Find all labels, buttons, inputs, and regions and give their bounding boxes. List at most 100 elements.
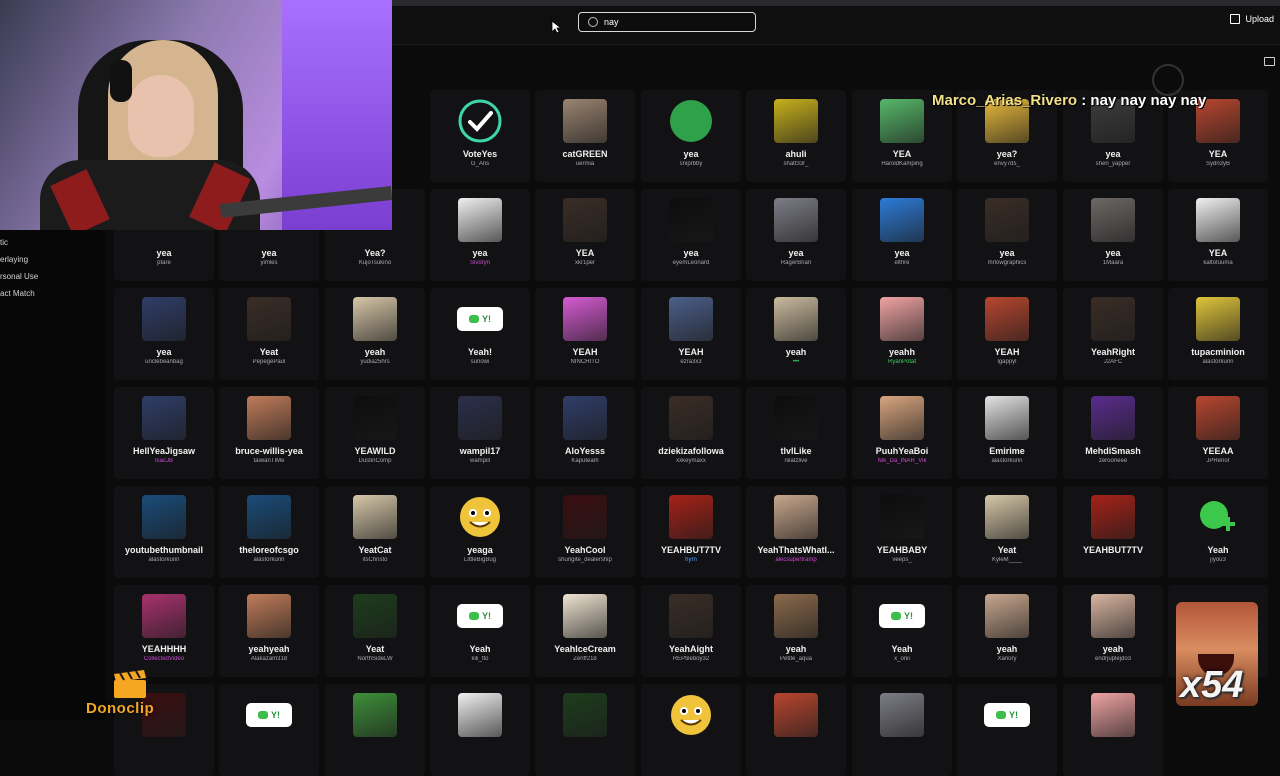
emote-name: YEAWILD <box>354 446 396 456</box>
emote-tile[interactable]: yeah endrjuplejdo3 <box>1063 585 1163 677</box>
emote-tile[interactable]: Yeat PepegePaul <box>219 288 319 380</box>
emote-name: YEA <box>892 149 912 159</box>
emote-name: YEEAA <box>1202 446 1234 456</box>
emote-name: yeah <box>364 347 386 357</box>
emote-name: YeahCool <box>564 545 606 555</box>
emote-tile[interactable]: YeatCat itsChristo <box>325 486 425 578</box>
emote-tile[interactable]: yea RagerBrian <box>746 189 846 281</box>
emote-tile[interactable]: VoteYes G_Ans <box>430 90 530 182</box>
check-icon <box>457 98 503 144</box>
emote-tile[interactable]: YeahIceCream Zeriff218 <box>535 585 635 677</box>
emote-tile[interactable]: yeah Petite_aqua <box>746 585 846 677</box>
emote-tile[interactable]: Y! <box>219 684 319 776</box>
emote-tile[interactable] <box>325 684 425 776</box>
emote-tile[interactable]: YEAHHHH CollectedVideo <box>114 585 214 677</box>
emote-tile[interactable]: Y! <box>957 684 1057 776</box>
emote-name: yea <box>788 248 804 258</box>
emote-tile[interactable]: YeahCool shungite_dealership <box>535 486 635 578</box>
emote-name: yea <box>683 149 699 159</box>
emote-tile[interactable]: theloreofcsgo alastorkunn <box>219 486 319 578</box>
emote-tile[interactable]: YEAH NINCHITO <box>535 288 635 380</box>
emote-tile[interactable]: HellYeaJigsaw IsacJB <box>114 387 214 479</box>
emote-tile[interactable] <box>852 684 952 776</box>
emote-tile[interactable]: yea Sivoryn <box>430 189 530 281</box>
emote-tile[interactable]: yeah ••• <box>746 288 846 380</box>
emote-image <box>352 296 398 342</box>
emote-tile[interactable]: yea mrlowgraphics <box>957 189 1057 281</box>
emote-tile[interactable]: yea eyemLeonard <box>641 189 741 281</box>
emote-tile[interactable]: yeah Xanory <box>957 585 1057 677</box>
emote-tile[interactable]: dziekizafollowa xxkeymaxx <box>641 387 741 479</box>
emote-tile[interactable]: yea sniprbby <box>641 90 741 182</box>
emote-name: YEAH <box>994 347 1020 357</box>
emote-image <box>562 395 608 441</box>
emote-tile[interactable]: Y! Yeah x_onii <box>852 585 952 677</box>
emote-tile[interactable]: YEEAA JPRenor <box>1168 387 1268 479</box>
emote-name: yea <box>999 248 1015 258</box>
emote-tile[interactable]: Yeat KyleM____ <box>957 486 1057 578</box>
emote-tile[interactable]: YeahAight REPtileboy32 <box>641 585 741 677</box>
emote-tile[interactable]: YeahRight J2AFC <box>1063 288 1163 380</box>
emote-tile[interactable]: AloYesss Kaputeam <box>535 387 635 479</box>
emote-tile[interactable]: Y! Yeah! sunowi <box>430 288 530 380</box>
emote-tile[interactable] <box>1063 684 1163 776</box>
emote-tile[interactable]: YEAHBUT7TV hyrn <box>641 486 741 578</box>
emote-tile[interactable] <box>535 684 635 776</box>
emote-tile[interactable]: yeahyeah Alakazam318 <box>219 585 319 677</box>
emote-tile[interactable]: bruce-willis-yea taiwanTIMe <box>219 387 319 479</box>
emote-tile[interactable]: Yeat NorthSideLW <box>325 585 425 677</box>
emote-owner: elthre <box>894 260 910 266</box>
emote-owner: sunowi <box>470 359 490 365</box>
emote-owner: alastorkunn <box>253 557 285 563</box>
emote-tile[interactable]: Yeah jiyou3 <box>1168 486 1268 578</box>
emote-image <box>1195 197 1241 243</box>
emote-tile[interactable] <box>430 684 530 776</box>
emote-tile[interactable]: yea elthre <box>852 189 952 281</box>
emote-tile[interactable]: ahuli shatt33r_ <box>746 90 846 182</box>
emote-tile[interactable]: yeah yudia25hrs <box>325 288 425 380</box>
emote-owner: yimles <box>260 260 278 266</box>
emote-tile[interactable]: youtubethumbnail alastorkunn <box>114 486 214 578</box>
emote-owner: lgappyl <box>997 359 1017 365</box>
emote-tile[interactable]: catGREEN uermia <box>535 90 635 182</box>
emote-tile[interactable]: yea unclebeanbag <box>114 288 214 380</box>
emote-name: YeahIceCream <box>554 644 616 654</box>
emote-tile[interactable]: YEAHBUT7TV <box>1063 486 1163 578</box>
chat-overlay: Marco_Arias_Rivero : nay nay nay nay <box>932 92 1206 109</box>
emote-tile[interactable]: yea 1Maara <box>1063 189 1163 281</box>
emote-name: tupacminion <box>1191 347 1245 357</box>
emote-image <box>457 692 503 738</box>
emote-tile[interactable]: YEAH lgappyl <box>957 288 1057 380</box>
emote-name: yeah <box>1102 644 1124 654</box>
emote-tile[interactable]: YEA xkr1per <box>535 189 635 281</box>
emote-owner: JPRenor <box>1206 458 1230 464</box>
emote-tile[interactable]: Y! Yeah kili_tto <box>430 585 530 677</box>
emote-tile[interactable]: YEA kaltofuuma <box>1168 189 1268 281</box>
yeah-badge-image: Y! <box>457 296 503 342</box>
emote-owner: kaltofuuma <box>1203 260 1233 266</box>
emote-tile[interactable]: tlvlLike nilatzlive <box>746 387 846 479</box>
emote-owner: sniprbby <box>679 161 703 167</box>
emote-name: tlvlLike <box>780 446 812 456</box>
emote-tile[interactable]: yeahh RyanPotat <box>852 288 952 380</box>
emote-name: yeah <box>785 644 807 654</box>
emote-tile[interactable]: YEAH ezra3x3 <box>641 288 741 380</box>
smiley-emote-image <box>668 692 714 738</box>
emote-image <box>773 98 819 144</box>
emote-multiplier: x54 <box>1180 664 1244 706</box>
emote-image <box>562 692 608 738</box>
emote-tile[interactable]: PuuhYeaBoi Nik_Da_INAR_Vik <box>852 387 952 479</box>
emote-tile[interactable]: YEAHBABY veeps_ <box>852 486 952 578</box>
emote-tile[interactable]: tupacminion alastorkunn <box>1168 288 1268 380</box>
emote-tile[interactable] <box>746 684 846 776</box>
emote-owner: x_onii <box>894 656 910 662</box>
emote-tile[interactable]: YeahThatsWhatI... alecsupertramp <box>746 486 846 578</box>
emote-image <box>1195 395 1241 441</box>
emote-name: Yeat <box>365 644 385 654</box>
emote-tile[interactable]: yeaga LittleBigBug <box>430 486 530 578</box>
emote-tile[interactable]: Emirime alastorkunn <box>957 387 1057 479</box>
emote-tile[interactable]: MehdiSmash zerooneee <box>1063 387 1163 479</box>
emote-tile[interactable]: wampil17 wampill <box>430 387 530 479</box>
emote-tile[interactable] <box>641 684 741 776</box>
emote-tile[interactable]: YEAWILD DustinComp <box>325 387 425 479</box>
